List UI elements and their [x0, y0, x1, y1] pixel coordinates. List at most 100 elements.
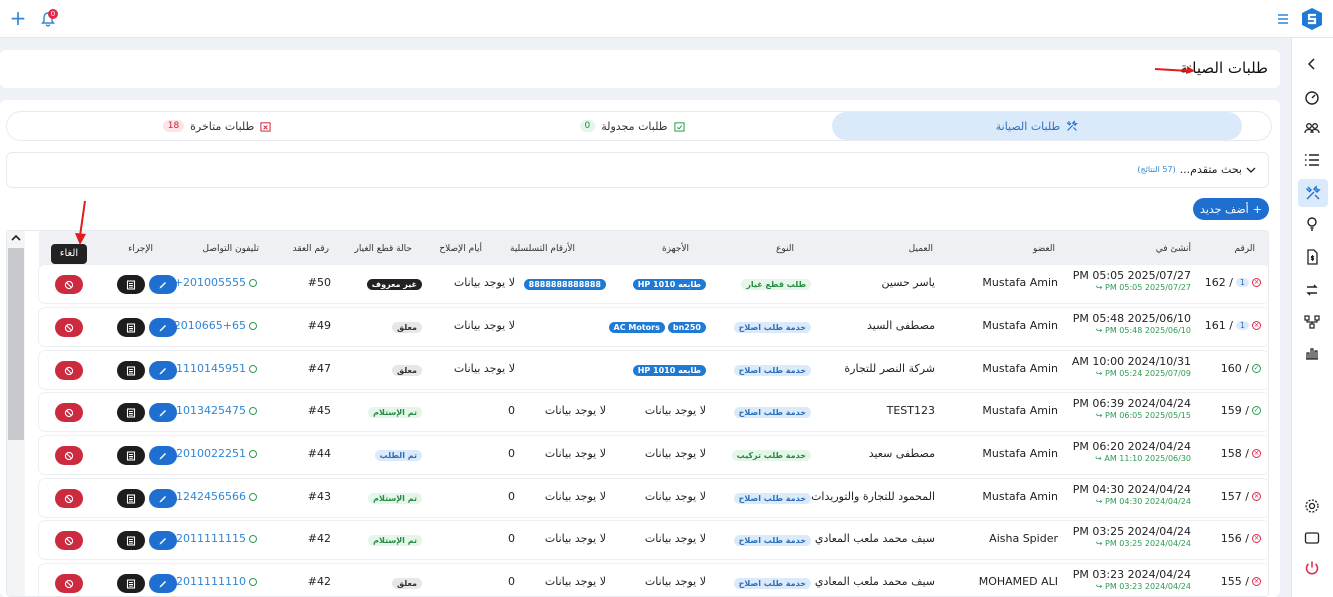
tools-icon[interactable]: [1298, 179, 1328, 207]
pen-icon: [159, 537, 166, 544]
table-row[interactable]: 162 /1 × PM 05:05 2025/07/27 ↪ PM 05:05 …: [39, 265, 1268, 303]
type-cell: خدمة طلب اصلاح: [733, 363, 811, 376]
whatsapp-icon[interactable]: [249, 534, 257, 543]
header-parts-status: حالة قطع الغيار: [354, 244, 412, 254]
tab-count-badge: 0: [579, 120, 596, 132]
phone-number[interactable]: +2010022251: [167, 447, 246, 460]
cancel-button[interactable]: [55, 361, 83, 380]
edit-button[interactable]: [149, 489, 177, 508]
hierarchy-icon[interactable]: [1302, 312, 1322, 332]
plus-icon[interactable]: +: [8, 8, 28, 29]
serials-cell: لا يوجد بيانات: [545, 575, 606, 588]
users-icon[interactable]: [1302, 118, 1322, 138]
table-row[interactable]: 155 / × PM 03:23 2024/04/24 ↪ PM 03:23 2…: [39, 564, 1268, 596]
calculator-icon: [126, 535, 136, 546]
advanced-search-box[interactable]: بحث متقدم... (57 النتائج): [6, 152, 1269, 188]
table-row[interactable]: 159 / ✓ PM 06:39 2024/04/24 ↪ PM 06:05 2…: [39, 393, 1268, 431]
table-row[interactable]: 156 / × PM 03:25 2024/04/24 ↪ PM 03:25 2…: [39, 521, 1268, 559]
parts-status-badge: معلق: [392, 578, 422, 589]
print-button[interactable]: [117, 531, 145, 550]
table-row[interactable]: 161 /1 × PM 05:48 2025/06/10 ↪ PM 05:48 …: [39, 308, 1268, 346]
whatsapp-icon[interactable]: [249, 492, 257, 501]
whatsapp-icon[interactable]: [249, 364, 257, 373]
list-icon[interactable]: [1302, 150, 1322, 170]
edit-button[interactable]: [149, 531, 177, 550]
parts-status-cell: تم الطلب: [374, 448, 422, 461]
print-button[interactable]: [117, 275, 145, 294]
cancel-tooltip: الغاء: [51, 244, 87, 264]
client-name: ياسر حسين: [881, 276, 935, 289]
edit-button[interactable]: [149, 318, 177, 337]
whatsapp-icon[interactable]: [249, 321, 257, 330]
print-button[interactable]: [117, 403, 145, 422]
print-button[interactable]: [117, 361, 145, 380]
chevron-up-icon[interactable]: [10, 233, 22, 243]
updated-date: ↪ PM 03:23 2024/04/24: [1095, 582, 1191, 591]
type-cell: خدمة طلب اصلاح: [733, 320, 811, 333]
edit-button[interactable]: [149, 574, 177, 593]
edit-button[interactable]: [149, 275, 177, 294]
cancel-button[interactable]: [55, 275, 83, 294]
cancel-button[interactable]: [55, 489, 83, 508]
cancel-button[interactable]: [55, 446, 83, 465]
gear-icon[interactable]: [1302, 496, 1322, 516]
calculator-icon: [126, 493, 136, 504]
tab-scheduled-requests[interactable]: طلبات مجدولة 0: [427, 112, 837, 140]
whatsapp-icon[interactable]: [249, 449, 257, 458]
phone-number[interactable]: +2011111110: [167, 575, 246, 588]
scroll-thumb[interactable]: [8, 248, 24, 440]
whatsapp-icon[interactable]: [249, 278, 257, 287]
phone-cell[interactable]: +201005555: [174, 276, 257, 289]
parts-status-badge: تم الإستلام: [368, 535, 422, 546]
ban-icon: [64, 366, 74, 375]
vertical-scrollbar[interactable]: [7, 231, 25, 596]
window-icon[interactable]: [1302, 528, 1322, 548]
serial-empty: لا يوجد بيانات: [544, 447, 606, 460]
cancel-button[interactable]: [55, 574, 83, 593]
phone-number[interactable]: +2011111115: [167, 532, 246, 545]
cancel-circle-icon: ×: [1252, 278, 1261, 287]
add-new-button[interactable]: + أضف جديد: [1193, 198, 1269, 220]
contract-number: #42: [307, 575, 331, 588]
tab-late-requests[interactable]: طلبات متاخرة 18: [7, 112, 427, 140]
print-button[interactable]: [117, 318, 145, 337]
phone-cell[interactable]: +2010665+65: [165, 319, 257, 332]
ban-icon: [64, 579, 74, 588]
whatsapp-icon[interactable]: [249, 406, 257, 415]
cancel-circle-icon: ×: [1252, 321, 1261, 330]
print-button[interactable]: [117, 574, 145, 593]
table-row[interactable]: 157 / × PM 04:30 2024/04/24 ↪ PM 04:30 2…: [39, 479, 1268, 517]
document-dollar-icon[interactable]: [1302, 247, 1322, 267]
edit-button[interactable]: [149, 403, 177, 422]
edit-button[interactable]: [149, 361, 177, 380]
print-button[interactable]: [117, 446, 145, 465]
phone-number[interactable]: +201005555: [174, 276, 246, 289]
created-date: PM 05:48 2025/06/10: [1072, 312, 1191, 325]
tab-maintenance-requests[interactable]: طلبات الصيانة: [832, 112, 1242, 140]
edit-button[interactable]: [149, 446, 177, 465]
phone-cell[interactable]: +2011111115: [167, 532, 257, 545]
transfer-icon[interactable]: [1302, 280, 1322, 300]
cancel-button[interactable]: [55, 531, 83, 550]
table-row[interactable]: 160 / ✓ AM 10:00 2024/10/31 ↪ PM 05:24 2…: [39, 351, 1268, 389]
phone-cell[interactable]: +2011111110: [167, 575, 257, 588]
chevron-left-icon[interactable]: [1302, 54, 1322, 74]
cancel-button[interactable]: [55, 318, 83, 337]
advanced-search-toggle[interactable]: بحث متقدم... (57 النتائج): [1137, 163, 1256, 176]
dashboard-gauge-icon[interactable]: [1302, 87, 1322, 107]
header-repair-days: أيام الإصلاح: [439, 244, 482, 254]
menu-icon[interactable]: [1277, 13, 1289, 25]
type-badge: خدمة طلب اصلاح: [733, 365, 811, 376]
phone-cell[interactable]: +2010022251: [167, 447, 257, 460]
whatsapp-icon[interactable]: [249, 577, 257, 586]
help-bulb-icon[interactable]: [1302, 214, 1322, 234]
parts-status-cell: تم الإستلام: [368, 533, 422, 546]
tools-icon: [1066, 120, 1079, 131]
cancel-button[interactable]: [55, 403, 83, 422]
bar-chart-icon[interactable]: [1302, 343, 1322, 363]
print-button[interactable]: [117, 489, 145, 508]
contract-number: #49: [307, 319, 331, 332]
devices-empty: لا يوجد بيانات: [644, 532, 706, 545]
table-row[interactable]: 158 / × PM 06:20 2024/04/24 ↪ AM 11:10 2…: [39, 436, 1268, 474]
power-icon[interactable]: [1302, 558, 1322, 578]
